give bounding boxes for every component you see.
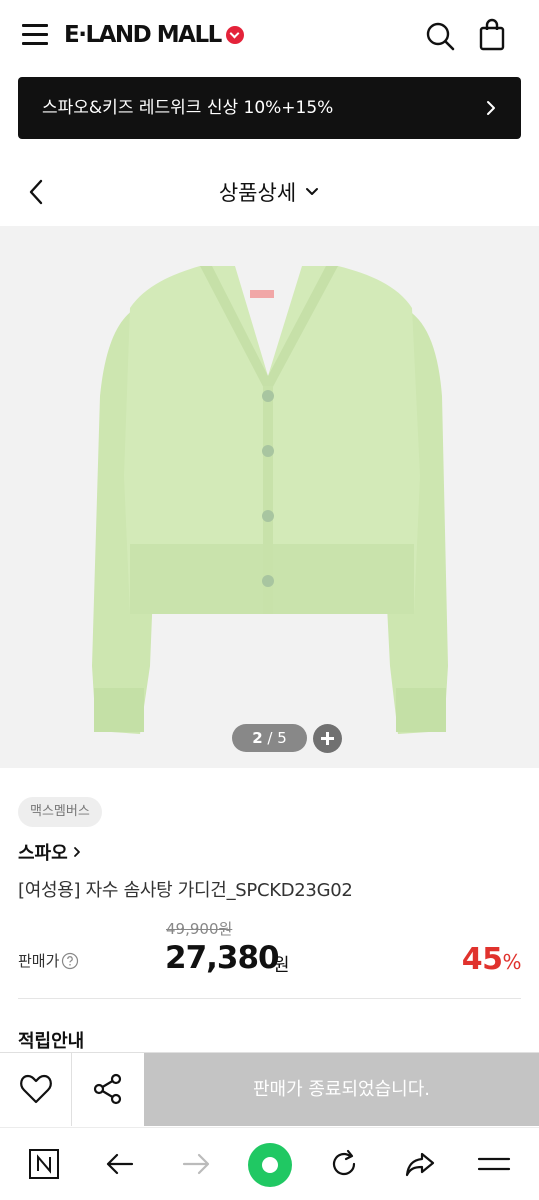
search-icon[interactable] (424, 20, 456, 52)
discount-value: 45 (461, 942, 503, 977)
brand-name: 스파오 (18, 843, 68, 864)
share-arrow-icon[interactable] (402, 1146, 438, 1182)
wishlist-button[interactable] (0, 1053, 72, 1126)
logo-badge-icon (225, 26, 244, 44)
brand-link[interactable]: 스파오 (18, 838, 82, 866)
plus-icon[interactable] (313, 724, 342, 753)
page-title: 상품상세 (218, 181, 297, 205)
image-counter-current: 2 (252, 729, 263, 747)
member-tag: 맥스멤버스 (18, 797, 102, 827)
action-bar: 판매가 종료되었습니다. (0, 1052, 539, 1126)
chevron-right-icon (487, 101, 495, 115)
promo-text: 스파오&키즈 레드위크 신상 10%+15% (42, 98, 334, 118)
original-price: 49,900원 (166, 920, 233, 938)
soldout-button[interactable]: 판매가 종료되었습니다. (144, 1053, 539, 1126)
logo[interactable]: E·LAND MALL (64, 18, 244, 52)
product-image[interactable] (0, 226, 539, 768)
chevron-down-icon (306, 188, 319, 195)
page-title-dropdown[interactable]: 상품상세 (0, 160, 539, 224)
browser-nav-bar (0, 1127, 539, 1200)
promo-banner[interactable]: 스파오&키즈 레드위크 신상 10%+15% (18, 77, 521, 139)
product-name: [여성용] 자수 솜사탕 가디건_SPCKD23G02 (18, 880, 353, 901)
heart-icon (20, 1074, 52, 1104)
sale-price: 27,380 (165, 940, 280, 976)
hamburger-menu-icon[interactable] (22, 24, 50, 46)
header: E·LAND MALL (0, 0, 539, 72)
shopping-bag-icon[interactable] (476, 18, 508, 52)
sale-price-unit: 원 (273, 955, 290, 976)
image-counter: 2 / 5 (232, 724, 307, 752)
image-counter-separator: / (267, 729, 273, 747)
back-arrow-icon[interactable] (102, 1146, 138, 1182)
price-label: 판매가 (18, 952, 60, 970)
image-counter-total: 5 (277, 729, 287, 747)
chevron-right-icon (73, 847, 80, 857)
discount-rate: 45% (461, 942, 522, 977)
forward-arrow-icon[interactable] (178, 1146, 214, 1182)
question-icon[interactable] (61, 952, 79, 970)
discount-unit: % (502, 950, 521, 974)
title-bar: 상품상세 (0, 160, 539, 224)
cardigan-image (92, 266, 448, 734)
price-label-wrap: 판매가 (18, 950, 79, 971)
menu-icon[interactable] (476, 1146, 512, 1182)
naver-n-icon[interactable] (26, 1146, 62, 1182)
logo-text: E·LAND MALL (64, 22, 222, 48)
divider (18, 998, 521, 999)
home-icon[interactable] (248, 1143, 292, 1187)
share-icon (93, 1073, 122, 1105)
share-button[interactable] (72, 1053, 144, 1126)
chevron-left-icon[interactable] (24, 176, 50, 208)
refresh-icon[interactable] (326, 1146, 362, 1182)
points-section-title: 적립안내 (18, 1031, 85, 1052)
